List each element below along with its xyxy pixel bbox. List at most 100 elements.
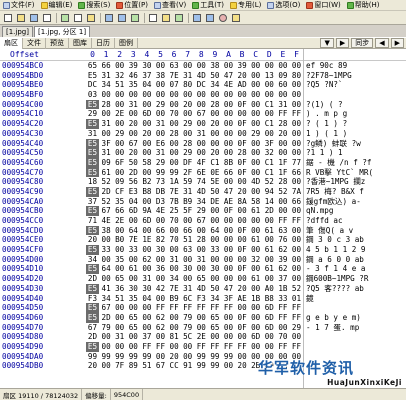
hex-byte[interactable]: 00 xyxy=(222,148,235,158)
hex-byte[interactable]: 31 xyxy=(140,274,153,284)
hex-byte[interactable]: 00 xyxy=(236,129,249,139)
hex-byte[interactable]: 0E xyxy=(208,168,221,178)
hex-byte[interactable]: 0F xyxy=(236,168,249,178)
hex-byte[interactable]: 99 xyxy=(86,352,99,362)
hex-byte[interactable]: 38 xyxy=(154,71,167,81)
tab-legend[interactable]: 图例 xyxy=(115,37,138,49)
hex-byte[interactable]: 00 xyxy=(290,129,303,139)
hex-byte[interactable]: 00 xyxy=(222,216,235,226)
hex-byte[interactable]: 00 xyxy=(276,139,289,149)
help-button[interactable] xyxy=(230,12,242,24)
doc-tab-partition[interactable]: [1.jpg, 分区 1] xyxy=(33,26,91,37)
hex-byte[interactable]: 00 xyxy=(154,61,167,71)
hex-byte[interactable]: 00 xyxy=(100,129,113,139)
hex-byte[interactable]: 00 xyxy=(113,139,126,149)
hex-byte[interactable]: 00 xyxy=(263,332,276,342)
hex-byte[interactable]: 00 xyxy=(127,342,140,352)
hex-byte[interactable]: 33 xyxy=(276,294,289,304)
hex-byte[interactable]: 2E xyxy=(113,109,126,119)
hex-byte[interactable]: 30 xyxy=(208,264,221,274)
hex-byte[interactable]: 00 xyxy=(127,332,140,342)
hex-byte[interactable]: 63 xyxy=(276,226,289,236)
hex-byte[interactable]: E5 xyxy=(86,157,99,168)
hex-byte[interactable]: 00 xyxy=(249,264,262,274)
hex-byte[interactable]: 66 xyxy=(290,168,303,178)
ascii-text[interactable]: 鋼 3 0 c 3 ab xyxy=(306,235,364,245)
hex-byte[interactable]: FF xyxy=(195,342,208,352)
hex-byte[interactable]: 99 xyxy=(168,168,181,178)
hex-byte[interactable]: 00 xyxy=(195,245,208,255)
back-button[interactable] xyxy=(191,12,203,24)
hex-byte[interactable]: 00 xyxy=(127,274,140,284)
hex-byte[interactable]: 1A xyxy=(168,177,181,187)
hex-byte[interactable]: E5 xyxy=(86,341,99,352)
hex-byte[interactable]: 00 xyxy=(222,361,235,371)
hex-byte[interactable]: 34 xyxy=(195,197,208,207)
hex-byte[interactable]: 00 xyxy=(195,139,208,149)
hex-byte[interactable]: E5 xyxy=(86,99,99,110)
hex-byte[interactable]: E5 xyxy=(86,71,99,81)
hex-byte[interactable]: 36 xyxy=(113,284,126,294)
hex-byte[interactable]: 99 xyxy=(195,352,208,362)
hex-byte[interactable]: 00 xyxy=(263,129,276,139)
hex-byte[interactable]: 00 xyxy=(168,158,181,168)
hex-byte[interactable]: 20 xyxy=(127,119,140,129)
hex-byte[interactable]: E5 xyxy=(86,206,99,217)
hex-byte[interactable]: 00 xyxy=(222,235,235,245)
hex-byte[interactable]: 00 xyxy=(208,235,221,245)
hex-byte[interactable]: 37 xyxy=(276,274,289,284)
hex-byte[interactable]: 00 xyxy=(113,245,126,255)
hex-byte[interactable]: 99 xyxy=(154,168,167,178)
hex-byte[interactable]: 31 xyxy=(86,129,99,139)
hex-byte[interactable]: 2E xyxy=(195,332,208,342)
hex-byte[interactable]: 64 xyxy=(100,264,113,274)
hex-byte[interactable]: 09 xyxy=(276,71,289,81)
ascii-text[interactable]: 鋼 a 6 0 0 ab xyxy=(306,255,364,265)
hex-byte[interactable]: 00 xyxy=(222,61,235,71)
hex-byte[interactable]: 67 xyxy=(100,206,113,216)
hex-byte[interactable]: 00 xyxy=(195,100,208,110)
hex-byte[interactable]: 33 xyxy=(127,245,140,255)
ram-button[interactable] xyxy=(160,12,172,24)
hex-byte[interactable]: 00 xyxy=(263,109,276,119)
hex-byte[interactable]: 00 xyxy=(140,226,153,236)
hex-byte[interactable]: 00 xyxy=(249,245,262,255)
hex-byte[interactable]: 30 xyxy=(140,61,153,71)
hex-byte[interactable]: 00 xyxy=(168,342,181,352)
hex-byte[interactable]: B0 xyxy=(113,235,126,245)
hex-byte[interactable]: E3 xyxy=(127,187,140,197)
hex-byte[interactable]: FF xyxy=(181,303,194,313)
hex-byte[interactable]: 00 xyxy=(290,90,303,100)
hex-byte[interactable]: 00 xyxy=(100,274,113,284)
hex-byte[interactable]: 81 xyxy=(168,332,181,342)
hex-byte[interactable]: 63 xyxy=(181,245,194,255)
menu-file[interactable]: 文件(F) xyxy=(0,0,38,11)
hex-byte[interactable]: FF xyxy=(290,303,303,313)
hex-byte[interactable]: 99 xyxy=(208,361,221,371)
ascii-text[interactable]: ) . m p g xyxy=(306,109,347,119)
hex-byte[interactable]: 1B xyxy=(249,294,262,304)
hex-byte[interactable]: 00 xyxy=(208,216,221,226)
hex-byte[interactable]: 00 xyxy=(263,216,276,226)
hex-byte[interactable]: 00 xyxy=(195,226,208,236)
hex-byte[interactable]: 31 xyxy=(100,119,113,129)
hex-byte[interactable]: 00 xyxy=(154,109,167,119)
ascii-text[interactable]: 鋼600B~1MPG ?R xyxy=(306,274,368,284)
hex-byte[interactable]: 00 xyxy=(290,139,303,149)
hex-byte[interactable]: 00 xyxy=(236,206,249,216)
hex-byte[interactable]: 62 xyxy=(154,313,167,323)
hex-byte[interactable]: 00 xyxy=(276,148,289,158)
hex-byte[interactable]: 61 xyxy=(249,274,262,284)
hex-byte[interactable]: 00 xyxy=(140,197,153,207)
hex-byte[interactable]: 33 xyxy=(100,245,113,255)
nav-prev-button[interactable]: ◀ xyxy=(375,38,389,48)
hex-byte[interactable]: 00 xyxy=(113,342,126,352)
hex-byte[interactable]: 00 xyxy=(140,313,153,323)
hex-byte[interactable]: 00 xyxy=(263,235,276,245)
hex-byte[interactable]: 00 xyxy=(154,80,167,90)
hex-byte[interactable]: 00 xyxy=(276,90,289,100)
hex-byte[interactable]: 61 xyxy=(127,264,140,274)
copy-button[interactable] xyxy=(72,12,84,24)
hex-byte[interactable]: 42 xyxy=(154,284,167,294)
hex-byte[interactable]: 00 xyxy=(140,139,153,149)
